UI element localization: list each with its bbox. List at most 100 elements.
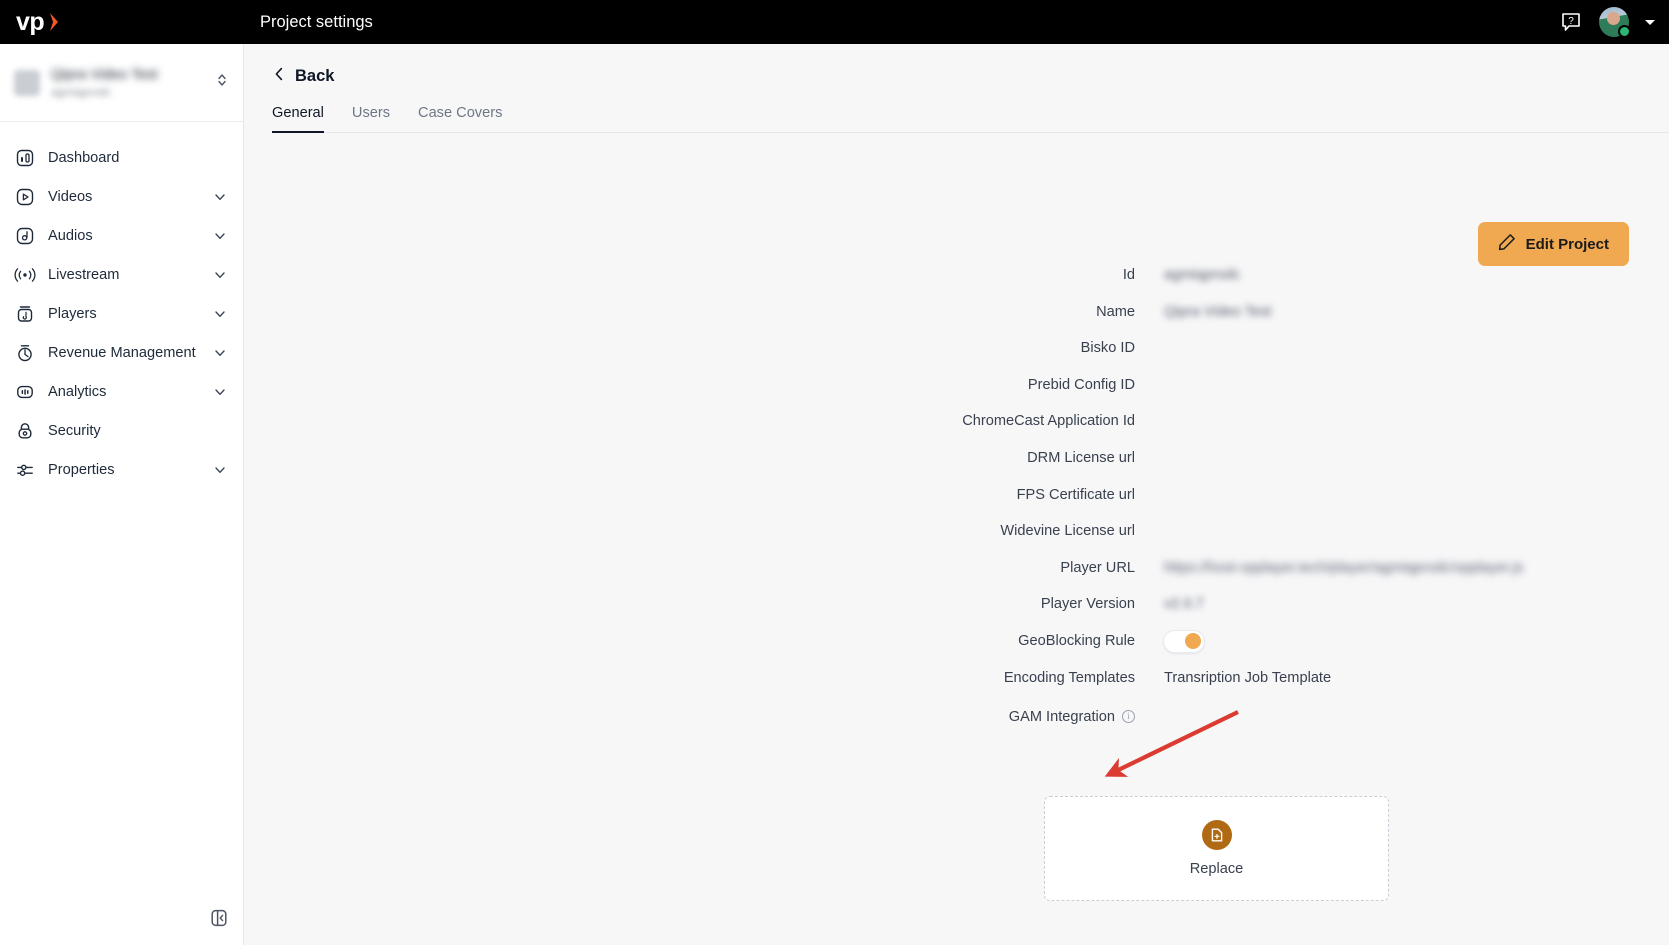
video-play-icon [14, 187, 36, 207]
tab-case-covers[interactable]: Case Covers [418, 105, 502, 132]
tab-bar-divider [272, 132, 1669, 133]
dropzone-label: Replace [1189, 861, 1244, 877]
lock-icon [14, 421, 36, 441]
edit-project-button[interactable]: Edit Project [1477, 222, 1629, 266]
chevron-down-icon[interactable] [213, 268, 227, 282]
sidebar-item-label: Revenue Management [48, 344, 196, 361]
pencil-edit-icon [1498, 233, 1516, 255]
edit-project-label: Edit Project [1525, 235, 1609, 253]
field-row-player-url: Player URL https://host-vpplayer.tech/pl… [244, 557, 1669, 579]
field-row-fps-certificate-url: FPS Certificate url [244, 484, 1669, 506]
page-title: Project settings [260, 12, 373, 31]
chevron-down-icon[interactable] [213, 463, 227, 477]
sidebar-item-label: Dashboard [48, 149, 120, 166]
field-row-gam-integration: GAM Integration i [244, 709, 1669, 725]
field-row-id: Id agmiqprodc [244, 264, 1669, 286]
help-question-bubble-icon[interactable]: ? [1559, 10, 1583, 34]
tab-general[interactable]: General [272, 105, 324, 133]
revenue-gauge-icon [14, 343, 36, 363]
app-root: vp Project settings ? Qipra Video Test a… [0, 0, 1669, 945]
chevron-down-icon[interactable] [213, 190, 227, 204]
dashboard-icon [14, 148, 36, 168]
chevron-right-orange-icon [47, 12, 60, 32]
top-bar: vp Project settings ? [0, 0, 1669, 44]
sidebar-item-videos[interactable]: Videos [0, 177, 243, 216]
sidebar-item-label: Livestream [48, 266, 120, 283]
field-value: v2.0.7 [1164, 596, 1204, 613]
chevron-down-icon[interactable] [1645, 19, 1655, 25]
field-label: Player Version [1040, 596, 1135, 613]
geoblocking-toggle-cell [1164, 630, 1204, 652]
project-switcher-name: Qipra Video Test [51, 66, 158, 83]
field-row-chromecast-application-id: ChromeCast Application Id [244, 410, 1669, 432]
sidebar-item-players[interactable]: Players [0, 294, 243, 333]
sidebar-item-properties[interactable]: Properties [0, 450, 243, 489]
field-label: GeoBlocking Rule [1018, 632, 1135, 649]
sliders-icon [14, 460, 36, 480]
sidebar: Qipra Video Test agmiqprodc Dashboard Vi… [0, 44, 244, 945]
app-logo[interactable]: vp [0, 7, 260, 36]
tab-users[interactable]: Users [352, 105, 390, 132]
sidebar-nav: Dashboard Videos Audios Livestream Playe… [0, 122, 243, 489]
field-label: Player URL [1060, 559, 1135, 576]
livestream-broadcast-icon [14, 265, 36, 285]
chevron-down-icon[interactable] [213, 307, 227, 321]
project-switcher-subtitle: agmiqprodc [51, 86, 112, 99]
sidebar-item-label: Audios [48, 227, 93, 244]
project-details-form: Id agmiqprodc Name Qipra Video Test Bisk… [244, 264, 1669, 725]
sidebar-item-analytics[interactable]: Analytics [0, 372, 243, 411]
back-label: Back [295, 67, 335, 85]
field-label: Prebid Config ID [1027, 376, 1135, 393]
sidebar-item-label: Analytics [48, 383, 107, 400]
audio-note-icon [14, 226, 36, 246]
sidebar-item-label: Security [48, 422, 101, 439]
field-label: Id [1122, 267, 1135, 283]
field-label: Name [1096, 303, 1135, 320]
field-row-drm-license-url: DRM License url [244, 447, 1669, 469]
field-row-widevine-license-url: Widevine License url [244, 520, 1669, 542]
field-value: https://host-vpplayer.tech/player/agmiqp… [1164, 559, 1524, 576]
field-label: ChromeCast Application Id [962, 413, 1135, 430]
toggle-knob [1185, 633, 1201, 650]
field-row-name: Name Qipra Video Test [244, 301, 1669, 323]
gam-replace-dropzone[interactable]: Replace [1044, 796, 1389, 901]
field-label: Widevine License url [1000, 523, 1135, 540]
avatar[interactable] [1599, 7, 1631, 38]
field-row-geoblocking-rule: GeoBlocking Rule [244, 630, 1669, 652]
sidebar-item-label: Players [48, 305, 97, 322]
analytics-bars-icon [14, 382, 36, 402]
field-row-bisko-id: Bisko ID [244, 337, 1669, 359]
field-label: Bisko ID [1080, 340, 1135, 357]
info-circle-icon[interactable]: i [1122, 710, 1135, 724]
field-row-player-version: Player Version v2.0.7 [244, 593, 1669, 615]
field-row-encoding-templates: Encoding Templates Transription Job Temp… [244, 667, 1669, 689]
main-content: Back General Users Case Covers Edit Proj… [244, 44, 1669, 945]
body: Qipra Video Test agmiqprodc Dashboard Vi… [0, 44, 1669, 945]
sidebar-item-livestream[interactable]: Livestream [0, 255, 243, 294]
sidebar-item-audios[interactable]: Audios [0, 216, 243, 255]
sidebar-item-dashboard[interactable]: Dashboard [0, 138, 243, 177]
field-value: agmiqprodc [1164, 267, 1241, 283]
chevron-down-icon[interactable] [213, 385, 227, 399]
project-thumbnail [14, 69, 40, 96]
panel-collapse-left-icon[interactable] [206, 905, 232, 931]
sidebar-item-security[interactable]: Security [0, 411, 243, 450]
tab-bar: General Users Case Covers [244, 87, 1669, 133]
project-switcher-meta: Qipra Video Test agmiqprodc [51, 67, 204, 99]
back-button[interactable]: Back [244, 44, 334, 87]
chevron-down-icon[interactable] [213, 229, 227, 243]
project-switcher[interactable]: Qipra Video Test agmiqprodc [0, 44, 243, 122]
chevron-down-icon[interactable] [213, 346, 227, 360]
top-bar-actions: ? [1559, 7, 1669, 38]
online-green-badge [1618, 25, 1631, 38]
field-label: Encoding Templates [1003, 669, 1135, 686]
field-row-prebid-config-id: Prebid Config ID [244, 374, 1669, 396]
logo-text: vp [16, 7, 45, 36]
geoblocking-toggle[interactable] [1164, 630, 1204, 652]
chevron-up-down-icon [215, 71, 229, 94]
sidebar-item-revenue-management[interactable]: Revenue Management [0, 333, 243, 372]
field-label: GAM Integration [1008, 708, 1115, 725]
sidebar-item-label: Videos [48, 188, 93, 205]
field-label: FPS Certificate url [1016, 486, 1135, 503]
sidebar-item-label: Properties [48, 461, 115, 478]
